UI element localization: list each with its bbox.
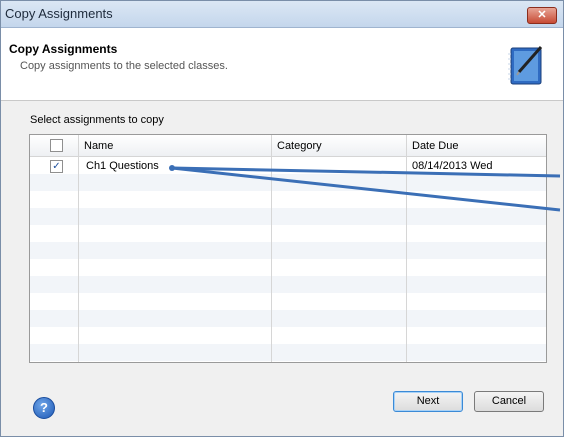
grid-header: Name Category Date Due xyxy=(30,135,546,157)
copy-assignments-dialog: Copy Assignments ✕ Copy Assignments Copy… xyxy=(0,0,564,437)
table-row xyxy=(30,259,546,276)
table-row xyxy=(30,344,546,361)
table-row xyxy=(30,327,546,344)
row-checkbox[interactable]: ✓ xyxy=(50,160,63,173)
column-header-date-due[interactable]: Date Due xyxy=(412,140,458,152)
table-row xyxy=(30,191,546,208)
help-icon[interactable]: ? xyxy=(33,397,55,419)
table-row xyxy=(30,293,546,310)
header-subtitle: Copy assignments to the selected classes… xyxy=(20,60,228,72)
close-button[interactable]: ✕ xyxy=(527,7,557,24)
table-row xyxy=(30,208,546,225)
row-date-due: 08/14/2013 Wed xyxy=(412,160,493,172)
table-row xyxy=(30,276,546,293)
table-row xyxy=(30,242,546,259)
column-divider xyxy=(78,135,79,362)
column-header-category[interactable]: Category xyxy=(277,140,322,152)
table-row xyxy=(30,310,546,327)
cancel-button[interactable]: Cancel xyxy=(474,391,544,412)
select-assignments-label: Select assignments to copy xyxy=(30,114,164,126)
table-row xyxy=(30,225,546,242)
next-button[interactable]: Next xyxy=(393,391,463,412)
select-all-checkbox[interactable] xyxy=(50,139,63,152)
column-divider xyxy=(406,135,407,362)
window-title: Copy Assignments xyxy=(5,6,113,21)
column-divider xyxy=(271,135,272,362)
dialog-header: Copy Assignments Copy assignments to the… xyxy=(1,28,563,101)
title-bar: Copy Assignments ✕ xyxy=(1,1,563,28)
table-row xyxy=(30,174,546,191)
table-row[interactable]: ✓ Ch1 Questions 08/14/2013 Wed xyxy=(30,157,546,174)
dialog-content: Select assignments to copy Name Category… xyxy=(1,101,563,436)
row-name: Ch1 Questions xyxy=(86,160,159,172)
column-header-name[interactable]: Name xyxy=(84,140,113,152)
notebook-pen-icon xyxy=(508,46,543,85)
assignments-grid[interactable]: Name Category Date Due ✓ Ch1 Questions 0… xyxy=(29,134,547,363)
header-title: Copy Assignments xyxy=(9,42,118,56)
